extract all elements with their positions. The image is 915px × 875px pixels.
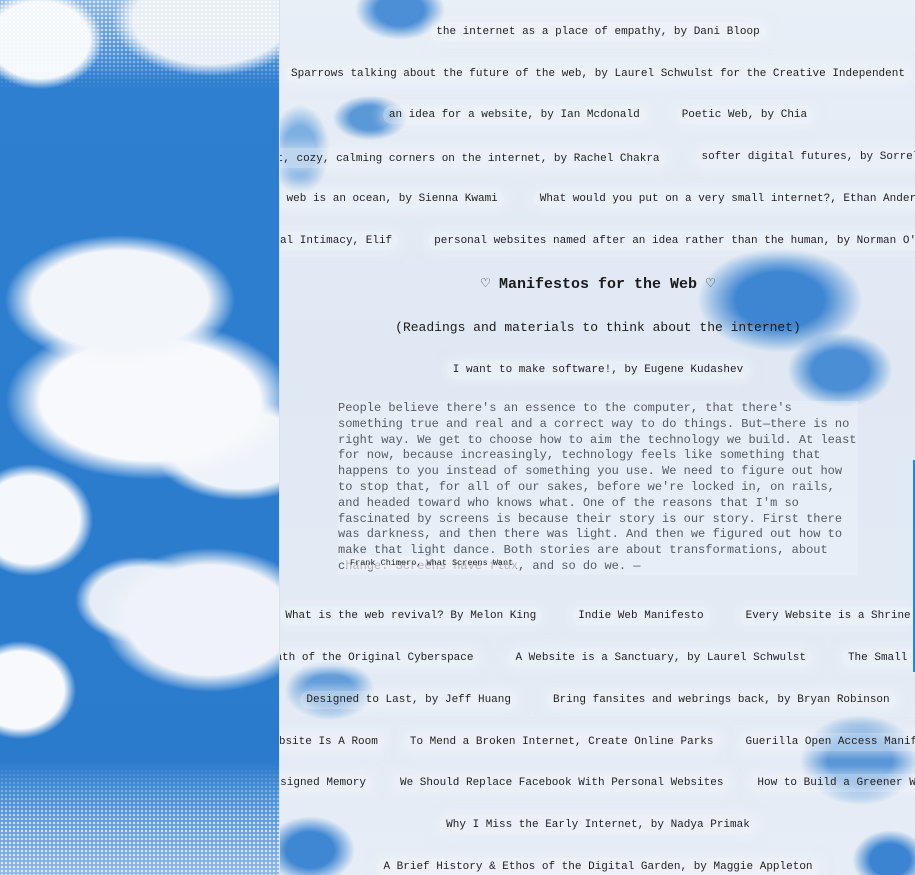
link-designed-memory[interactable]: Designed Memory (280, 774, 372, 792)
link-web-revival[interactable]: What is the web revival? By Melon King (280, 607, 543, 625)
link-row: What is the web revival? By Melon King I… (280, 607, 915, 625)
dither-pattern-top (0, 0, 279, 90)
link-website-sanctuary[interactable]: A Website is a Sanctuary, by Laurel Schw… (509, 649, 812, 667)
link-internet-empathy[interactable]: the internet as a place of empathy, by D… (430, 23, 766, 41)
link-row: A Website Is A Room To Mend a Broken Int… (280, 733, 915, 751)
dither-pattern-bottom (0, 765, 279, 875)
link-row: Designed to Last, by Jeff Huang Bring fa… (280, 691, 915, 709)
link-row: Why I Miss the Early Internet, by Nadya … (280, 816, 915, 834)
link-row: Designed Memory We Should Replace Facebo… (280, 774, 915, 792)
link-website-shrine[interactable]: Every Website is a Shrine (739, 607, 915, 625)
link-row: Sparrows talking about the future of the… (280, 65, 915, 83)
link-web-ocean[interactable]: the web is an ocean, by Sienna Kwami (280, 190, 504, 208)
link-replace-facebook[interactable]: We Should Replace Facebook With Personal… (393, 774, 730, 792)
link-indie-web-manifesto[interactable]: Indie Web Manifesto (572, 607, 710, 625)
link-website-room[interactable]: A Website Is A Room (280, 733, 384, 751)
link-row: Death of the Original Cyberspace A Websi… (280, 649, 915, 667)
quote-source[interactable]: Frank Chimero, What Screens Want (344, 556, 520, 570)
link-row: the web is an ocean, by Sienna Kwami Wha… (280, 190, 915, 208)
link-poetic-web[interactable]: Poetic Web, by Chia (675, 106, 814, 124)
link-row: an idea for a website, by Ian Mcdonald P… (280, 106, 915, 124)
link-fansites-webrings[interactable]: Bring fansites and webrings back, by Bry… (546, 691, 896, 709)
section-heading: ♡ Manifestos for the Web ♡ (480, 276, 716, 293)
link-cozy-corners[interactable]: ✧ soft, cozy, calming corners on the int… (280, 148, 666, 168)
link-digital-intimacy[interactable]: Digital Intimacy, Elif (280, 232, 399, 250)
link-row: ✧ soft, cozy, calming corners on the int… (280, 148, 915, 168)
link-row: I want to make software!, by Eugene Kuda… (280, 361, 915, 379)
link-row: the internet as a place of empathy, by D… (280, 23, 915, 41)
link-online-parks[interactable]: To Mend a Broken Internet, Create Online… (403, 733, 720, 751)
link-small-internet[interactable]: What would you put on a very small inter… (533, 190, 915, 208)
section-subheading: (Readings and materials to think about t… (395, 320, 801, 335)
link-row: Digital Intimacy, Elif personal websites… (280, 232, 915, 250)
link-small-web[interactable]: The Small Web (841, 649, 915, 667)
link-softer-futures[interactable]: softer digital futures, by Sorrel Salb (695, 148, 915, 168)
link-greener-web[interactable]: How to Build a Greener Web (751, 774, 915, 792)
link-row: A Brief History & Ethos of the Digital G… (280, 858, 915, 875)
sky-background-panel (0, 0, 279, 875)
main-content[interactable]: the internet as a place of empathy, by D… (279, 0, 915, 875)
link-idea-for-website[interactable]: an idea for a website, by Ian Mcdonald (382, 106, 646, 124)
link-digital-garden[interactable]: A Brief History & Ethos of the Digital G… (377, 858, 819, 875)
link-early-internet[interactable]: Why I Miss the Early Internet, by Nadya … (440, 816, 756, 834)
link-designed-to-last[interactable]: Designed to Last, by Jeff Huang (300, 691, 517, 709)
link-sparrows[interactable]: Sparrows talking about the future of the… (285, 65, 911, 83)
link-make-software[interactable]: I want to make software!, by Eugene Kuda… (446, 361, 750, 379)
link-open-access-manifesto[interactable]: Guerilla Open Access Manifesto (739, 733, 915, 751)
link-original-cyberspace[interactable]: Death of the Original Cyberspace (280, 649, 480, 667)
manifesto-quote: People believe there's an essence to the… (338, 401, 858, 575)
link-personal-websites[interactable]: personal websites named after an idea ra… (428, 232, 915, 250)
